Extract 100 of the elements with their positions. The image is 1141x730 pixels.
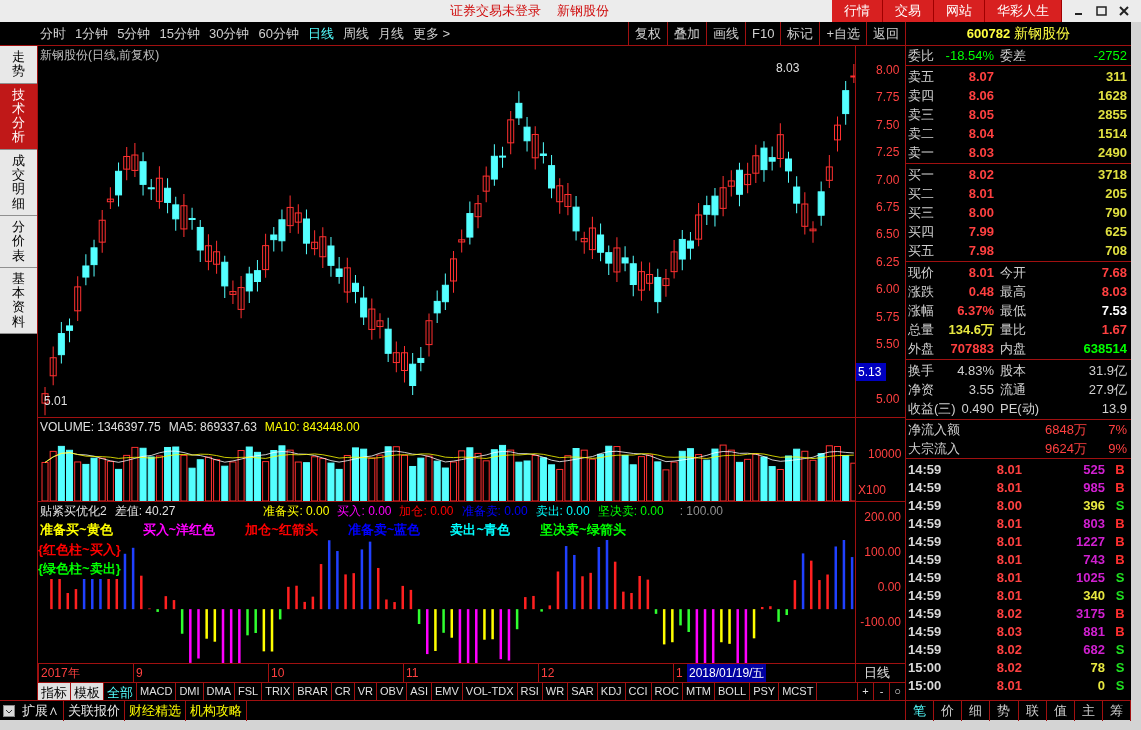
cursor-date: 2018/01/19/五: [687, 664, 767, 682]
indicator-tab[interactable]: VR: [354, 683, 377, 700]
panel-tab[interactable]: 价: [934, 701, 963, 721]
tick-side: B: [1114, 461, 1126, 479]
order-volume: 1628: [1097, 87, 1128, 105]
nav-tab[interactable]: 行情: [832, 0, 883, 22]
period-tab[interactable]: 分时: [40, 23, 66, 44]
indicator-tab[interactable]: BOLL: [715, 683, 751, 700]
indicator-tab[interactable]: 全部: [104, 683, 137, 700]
panel-tab[interactable]: 细: [962, 701, 991, 721]
period-tab[interactable]: 更多 >: [412, 23, 451, 44]
nav-tab[interactable]: 交易: [883, 0, 934, 22]
price-tick: 7.25: [875, 144, 901, 162]
chart-title: 新钢股份(日线,前复权): [40, 47, 160, 64]
tick-time: 14:59: [907, 641, 943, 659]
price-tick: 6.25: [875, 253, 901, 271]
period-tab[interactable]: 30分钟: [208, 23, 250, 44]
indicator-tab[interactable]: MTM: [683, 683, 716, 700]
bottom-tab[interactable]: 关联报价: [64, 700, 125, 721]
indicator-tab[interactable]: WR: [542, 683, 569, 700]
order-level-label: 买五: [907, 242, 935, 260]
dropdown-icon[interactable]: [3, 704, 15, 717]
period-tab[interactable]: 15分钟: [159, 23, 200, 44]
indicator-tab[interactable]: ASI: [407, 683, 432, 700]
price-tick: 5.50: [875, 335, 901, 353]
legend-text: 准备卖~蓝色: [347, 521, 421, 539]
order-level-label: 买二: [907, 185, 935, 203]
period-tab[interactable]: 60分钟: [258, 23, 299, 44]
period-tab[interactable]: 5分钟: [117, 23, 151, 44]
indicator-tab[interactable]: MACD: [137, 683, 177, 700]
tool-button[interactable]: 叠加: [667, 21, 706, 46]
price-tick: 6.50: [875, 226, 901, 244]
panel-tab[interactable]: 筹: [1102, 701, 1131, 721]
period-tab[interactable]: 月线: [377, 23, 404, 44]
maximize-icon[interactable]: [1096, 6, 1107, 16]
nav-tab[interactable]: 网站: [934, 0, 985, 22]
indicator-tab[interactable]: 指标: [38, 683, 71, 700]
tick-time: 15:00: [907, 677, 943, 695]
order-price: 8.01: [967, 185, 995, 203]
indicator-diff: 差值: 40.27: [114, 503, 176, 520]
tick-price: 8.02: [995, 641, 1023, 659]
side-tab[interactable]: 基本资料: [0, 267, 37, 335]
stat-value: 707883: [950, 340, 995, 358]
tick-side: B: [1114, 533, 1126, 551]
price-tick: 7.00: [875, 171, 901, 189]
panel-tab[interactable]: 势: [990, 701, 1019, 721]
indicator-tab[interactable]: 模板: [71, 683, 104, 700]
legend-text: 买入~洋红色: [142, 521, 216, 539]
panel-tab[interactable]: 联: [1018, 701, 1047, 721]
period-tab[interactable]: 1分钟: [75, 23, 109, 44]
tick-price: 8.02: [995, 605, 1023, 623]
fundamental-label: PE(动): [999, 400, 1040, 418]
legend-text: 坚决卖~绿箭头: [539, 521, 626, 539]
order-price: 8.04: [967, 125, 995, 143]
panel-tab[interactable]: 笔: [906, 701, 935, 721]
indicator-value: 准备卖: 0.00: [461, 503, 528, 520]
tick-time: 14:59: [907, 623, 943, 641]
indicator-tab[interactable]: TRIX: [262, 683, 295, 700]
high-price-label: 8.03: [776, 60, 800, 77]
panel-tab[interactable]: 值: [1046, 701, 1075, 721]
tool-button[interactable]: 画线: [706, 21, 745, 46]
bottom-tab[interactable]: 财经精选: [125, 700, 186, 721]
indicator-value: 坚决卖: 0.00: [597, 503, 664, 520]
stat-label: 内盘: [999, 340, 1027, 358]
bottom-tab[interactable]: 机构攻略: [186, 700, 247, 721]
bottom-tab[interactable]: 扩展∧: [18, 700, 64, 721]
indicator-tab[interactable]: FSL: [235, 683, 263, 700]
ratio-value: -2752: [1092, 47, 1128, 65]
note-text: {绿色柱~卖出}: [38, 559, 121, 579]
tick-side: B: [1114, 605, 1126, 623]
indicator-tab[interactable]: VOL-TDX: [462, 683, 518, 700]
date-label: 9: [133, 664, 268, 682]
panel-tab[interactable]: 主: [1074, 701, 1103, 721]
fundamental-label: 收益(三): [907, 400, 956, 418]
fundamental-label: 净资: [907, 381, 935, 399]
tool-button[interactable]: +自选: [819, 21, 866, 46]
side-tab[interactable]: 走势: [0, 46, 37, 84]
stat-label: 总量: [907, 321, 935, 339]
period-tab[interactable]: 周线: [342, 23, 369, 44]
side-tab[interactable]: 分价表: [0, 215, 37, 268]
tool-button[interactable]: F10: [745, 21, 781, 46]
tool-button[interactable]: 标记: [780, 21, 820, 46]
indicator-tab[interactable]: SAR: [568, 683, 598, 700]
nav-tab[interactable]: 华彩人生: [985, 0, 1062, 22]
stat-label: 最高: [999, 283, 1027, 301]
fundamental-label: 流通: [999, 381, 1027, 399]
period-tab[interactable]: 日线: [307, 23, 334, 44]
tick-side: B: [1114, 623, 1126, 641]
order-price: 8.05: [967, 106, 995, 124]
order-level-label: 卖三: [907, 106, 935, 124]
tool-button[interactable]: 返回: [866, 21, 905, 46]
tool-button[interactable]: 复权: [628, 21, 667, 46]
price-tick: 7.75: [875, 89, 901, 107]
side-tab[interactable]: 成交明细: [0, 149, 37, 216]
side-tab[interactable]: 技术分析: [0, 83, 37, 150]
close-icon[interactable]: [1119, 6, 1129, 16]
indicator-tab[interactable]: OBV: [377, 683, 408, 700]
order-price: 7.99: [967, 223, 995, 241]
date-label: 11: [403, 664, 538, 682]
tick-time: 14:59: [907, 461, 943, 479]
